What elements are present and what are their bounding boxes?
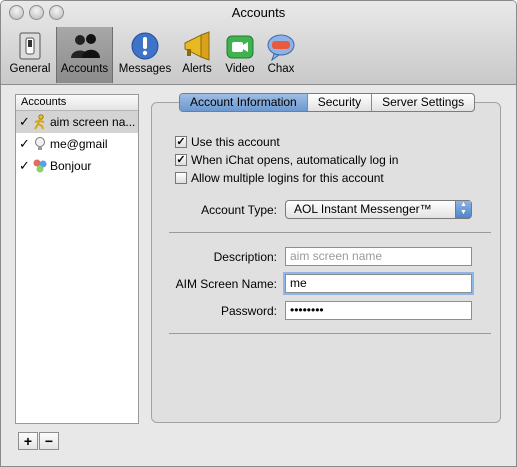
auto-login-checkbox[interactable]: ✓ [175,154,187,166]
toolbar-general[interactable]: General [7,27,53,83]
video-camera-icon [226,35,254,59]
description-field[interactable]: aim screen name [285,247,472,266]
separator [169,333,491,334]
checkmark-icon[interactable]: ✓ [19,133,30,155]
preferences-window: Accounts General Accounts Messages Alert… [0,0,517,467]
password-label: Password: [220,304,277,318]
popup-arrows-icon: ▲ ▼ [455,201,471,218]
multiple-logins-label: Allow multiple logins for this account [191,171,384,185]
people-icon [70,34,100,58]
add-account-button[interactable]: + [18,432,38,450]
screen-name-field[interactable]: me [285,274,472,293]
bonjour-icon [33,159,47,173]
account-name: Bonjour [50,159,92,173]
list-item[interactable]: ✓ aim screen na... [16,111,138,133]
list-item[interactable]: ✓ Bonjour [16,155,138,177]
remove-account-button[interactable]: − [39,432,59,450]
toolbar-messages[interactable]: Messages [117,27,173,83]
aim-running-man-icon [34,114,45,130]
megaphone-icon [184,31,210,61]
toolbar-video-label: Video [225,63,255,75]
toolbar-accounts[interactable]: Accounts [56,27,113,83]
description-label: Description: [213,250,277,264]
chax-icon [267,34,295,62]
tab-server-settings[interactable]: Server Settings [372,94,474,111]
list-item[interactable]: ✓ me@gmail [16,133,138,155]
toolbar-accounts-label: Accounts [60,63,109,75]
toolbar-messages-label: Messages [118,63,172,75]
checkmark-icon[interactable]: ✓ [19,155,30,177]
lightbulb-icon [35,137,45,150]
account-type-popup[interactable]: AOL Instant Messenger™ ▲ ▼ [285,200,472,219]
tab-account-information[interactable]: Account Information [180,94,308,111]
checkmark-icon[interactable]: ✓ [19,111,30,133]
account-name: aim screen na... [50,115,136,129]
title-bar: Accounts General Accounts Messages Alert… [1,1,516,85]
use-account-label: Use this account [191,135,280,149]
account-type-value: AOL Instant Messenger™ [294,202,432,216]
screen-name-label: AIM Screen Name: [175,277,277,291]
exclamation-icon [131,32,159,60]
accounts-pane: Accounts ✓ aim screen na... ✓ me@gmail ✓ [1,86,516,466]
accounts-list[interactable]: Accounts ✓ aim screen na... ✓ me@gmail ✓ [15,94,139,424]
toolbar-chax[interactable]: Chax [263,27,299,83]
toolbar-alerts[interactable]: Alerts [177,27,217,83]
account-type-label: Account Type: [201,203,277,217]
tab-security[interactable]: Security [308,94,373,111]
toolbar-general-label: General [9,63,51,75]
account-name: me@gmail [50,137,108,151]
window-title: Accounts [231,5,286,20]
multiple-logins-checkbox[interactable] [175,172,187,184]
tab-bar: Account Information Security Server Sett… [179,93,476,112]
toolbar-alerts-label: Alerts [182,63,212,75]
password-field[interactable]: •••••••• [285,301,472,320]
toolbar-video[interactable]: Video [221,27,259,83]
separator [169,232,491,233]
use-account-checkbox[interactable]: ✓ [175,136,187,148]
auto-login-label: When iChat opens, automatically log in [191,153,399,167]
accounts-list-header: Accounts [16,95,138,111]
switch-icon [19,32,41,60]
toolbar-chax-label: Chax [267,63,295,75]
